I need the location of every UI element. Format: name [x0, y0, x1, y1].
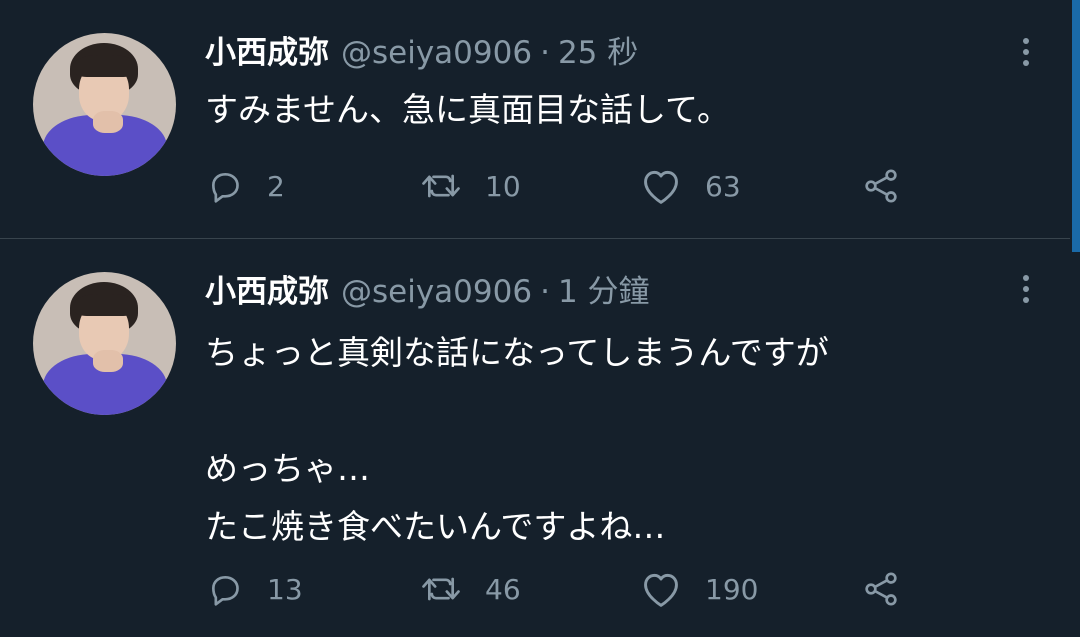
retweet-count: 10: [485, 169, 521, 203]
display-name[interactable]: 小西成弥: [205, 33, 329, 73]
separator: ·: [540, 274, 550, 310]
retweet-button[interactable]: 46: [419, 567, 521, 611]
more-icon[interactable]: [1016, 269, 1036, 309]
separator: ·: [540, 35, 550, 71]
avatar[interactable]: [33, 272, 176, 415]
display-name[interactable]: 小西成弥: [205, 272, 329, 312]
avatar[interactable]: [33, 33, 176, 176]
timestamp[interactable]: 1 分鐘: [558, 272, 650, 312]
like-button[interactable]: 190: [639, 567, 758, 611]
scrollbar[interactable]: [1072, 0, 1080, 252]
tweet[interactable]: 小西成弥 @seiya0906 · 1 分鐘 ちょっと真剣な話になってしまうんで…: [0, 239, 1070, 637]
retweet-icon: [422, 174, 460, 198]
reply-count: 2: [267, 169, 285, 203]
tweet[interactable]: 小西成弥 @seiya0906 · 25 秒 すみません、急に真面目な話して。 …: [0, 0, 1070, 238]
retweet-button[interactable]: 10: [419, 164, 521, 208]
like-count: 63: [705, 169, 741, 203]
reply-button[interactable]: 13: [205, 567, 303, 611]
action-bar: 13 46 190: [205, 567, 925, 611]
reply-icon: [212, 576, 239, 606]
tweet-header: 小西成弥 @seiya0906 · 1 分鐘: [205, 272, 650, 312]
tweet-text: ちょっと真剣な話になってしまうんですが めっちゃ… たこ焼き食べたいんですよね…: [205, 324, 829, 556]
share-icon: [865, 572, 897, 606]
retweet-icon: [422, 577, 460, 601]
like-count: 190: [705, 572, 759, 606]
tweet-text-line: すみません、急に真面目な話して。: [205, 90, 731, 129]
user-handle[interactable]: @seiya0906: [341, 272, 532, 312]
share-button[interactable]: [859, 567, 903, 611]
timeline: 小西成弥 @seiya0906 · 25 秒 すみません、急に真面目な話して。 …: [0, 0, 1080, 637]
tweet-text-line: たこ焼き食べたいんですよね…: [205, 507, 666, 546]
reply-count: 13: [267, 572, 303, 606]
timestamp[interactable]: 25 秒: [558, 33, 638, 73]
tweet-text-line: めっちゃ…: [205, 449, 370, 488]
user-handle[interactable]: @seiya0906: [341, 33, 532, 73]
reply-icon: [212, 173, 239, 203]
tweet-text-line: [205, 382, 829, 440]
more-icon[interactable]: [1016, 32, 1036, 72]
heart-icon: [644, 170, 678, 204]
reply-button[interactable]: 2: [205, 164, 285, 208]
heart-icon: [644, 573, 678, 607]
tweet-header: 小西成弥 @seiya0906 · 25 秒: [205, 33, 638, 73]
like-button[interactable]: 63: [639, 164, 741, 208]
tweet-text: すみません、急に真面目な話して。: [205, 87, 730, 133]
action-bar: 2 10 63: [205, 164, 925, 208]
tweet-text-line: ちょっと真剣な話になってしまうんですが: [205, 333, 829, 372]
retweet-count: 46: [485, 572, 521, 606]
share-button[interactable]: [859, 164, 903, 208]
share-icon: [865, 169, 897, 203]
